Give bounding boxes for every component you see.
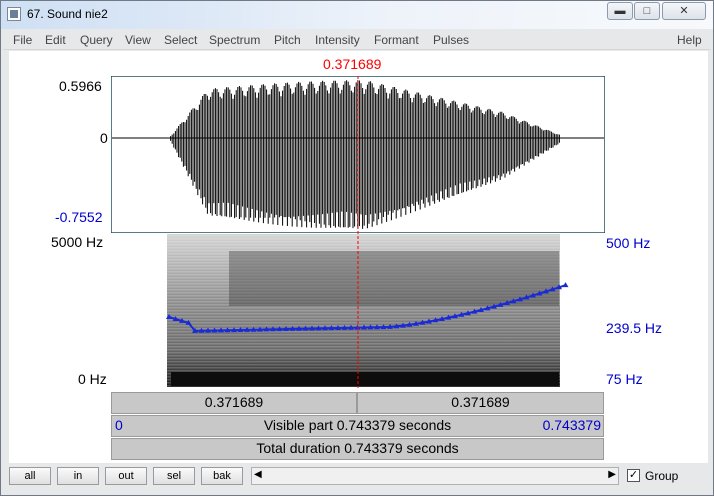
pitch-top-label: 500 Hz bbox=[606, 235, 651, 251]
selection-part-left[interactable]: 0.371689 bbox=[111, 392, 357, 414]
all-button[interactable]: all bbox=[9, 467, 51, 485]
out-button-label: out bbox=[118, 470, 134, 482]
visible-start-label: 0 bbox=[115, 417, 123, 433]
menu-view[interactable]: View bbox=[125, 33, 151, 47]
zoom-in-button[interactable]: in bbox=[57, 467, 99, 485]
menu-select[interactable]: Select bbox=[164, 33, 197, 47]
minimize-icon: ▬ bbox=[614, 5, 626, 17]
spectrogram-top-freq-label: 5000 Hz bbox=[51, 234, 104, 250]
menu-help[interactable]: Help bbox=[677, 33, 702, 47]
zoom-selection-button[interactable]: sel bbox=[153, 467, 195, 485]
signal-display[interactable] bbox=[111, 76, 605, 391]
menu-intensity[interactable]: Intensity bbox=[315, 33, 360, 47]
waveform-zero-label: 0 bbox=[100, 130, 108, 146]
zoom-back-button[interactable]: bak bbox=[201, 467, 243, 485]
waveform-max-label: 0.5966 bbox=[59, 78, 102, 94]
menu-pitch[interactable]: Pitch bbox=[274, 33, 301, 47]
selection-right-value: 0.371689 bbox=[451, 394, 510, 410]
in-button-label: in bbox=[73, 470, 83, 482]
window-title: 67. Sound nie2 bbox=[27, 7, 108, 21]
menu-spectrum[interactable]: Spectrum bbox=[209, 33, 260, 47]
minimize-button[interactable]: ▬ bbox=[607, 2, 633, 20]
visible-part-bar[interactable]: 0 Visible part 0.743379 seconds 0.743379 bbox=[111, 415, 604, 437]
maximize-icon: □ bbox=[643, 5, 651, 17]
pitch-bottom-label: 75 Hz bbox=[606, 371, 643, 387]
scroll-right-icon[interactable]: ▶ bbox=[608, 469, 616, 480]
group-checkbox[interactable]: ✓ bbox=[627, 469, 640, 482]
total-duration-label: Total duration 0.743379 seconds bbox=[256, 440, 459, 456]
menu-edit[interactable]: Edit bbox=[45, 33, 66, 47]
sel-button-label: sel bbox=[166, 470, 182, 482]
selection-part-right[interactable]: 0.371689 bbox=[357, 392, 604, 414]
zoom-out-button[interactable]: out bbox=[105, 467, 147, 485]
bottom-toolbar: all in out sel bak ◀ ▶ ✓ Group bbox=[3, 463, 711, 493]
spectrogram-bottom-freq-label: 0 Hz bbox=[78, 371, 107, 387]
visible-part-label: Visible part 0.743379 seconds bbox=[263, 417, 452, 433]
spectrogram-formant-band bbox=[229, 251, 559, 306]
menu-formant[interactable]: Formant bbox=[374, 33, 419, 47]
close-button[interactable]: ✕ bbox=[662, 2, 706, 20]
horizontal-scrollbar[interactable]: ◀ ▶ bbox=[251, 467, 619, 485]
visible-end-label: 0.743379 bbox=[542, 417, 601, 433]
app-icon bbox=[7, 7, 21, 21]
title-bar[interactable]: 67. Sound nie2 ▬ □ ✕ bbox=[1, 1, 713, 29]
maximize-button[interactable]: □ bbox=[634, 2, 660, 20]
menu-pulses[interactable]: Pulses bbox=[433, 33, 469, 47]
waveform-min-label: -0.7552 bbox=[55, 209, 103, 225]
all-button-label: all bbox=[24, 470, 36, 482]
menu-file[interactable]: File bbox=[13, 33, 32, 47]
group-label: Group bbox=[645, 469, 679, 483]
sound-editor-window: 67. Sound nie2 ▬ □ ✕ File Edit Query Vie… bbox=[0, 0, 714, 496]
check-icon: ✓ bbox=[628, 469, 639, 481]
menu-query[interactable]: Query bbox=[80, 33, 113, 47]
pitch-mid-label: 239.5 Hz bbox=[606, 320, 663, 336]
menu-bar: File Edit Query View Select Spectrum Pit… bbox=[3, 30, 711, 50]
scroll-left-icon[interactable]: ◀ bbox=[254, 469, 262, 480]
spectrogram-low-band bbox=[171, 372, 559, 386]
total-duration-bar[interactable]: Total duration 0.743379 seconds bbox=[111, 438, 604, 460]
editor-canvas[interactable]: 0.371689 0.5966 0 -0.7552 5000 Hz 0 Hz 5… bbox=[9, 51, 708, 463]
cursor-time-label: 0.371689 bbox=[323, 56, 382, 72]
selection-left-value: 0.371689 bbox=[204, 394, 264, 410]
bak-button-label: bak bbox=[213, 470, 231, 482]
close-icon: ✕ bbox=[679, 5, 689, 17]
